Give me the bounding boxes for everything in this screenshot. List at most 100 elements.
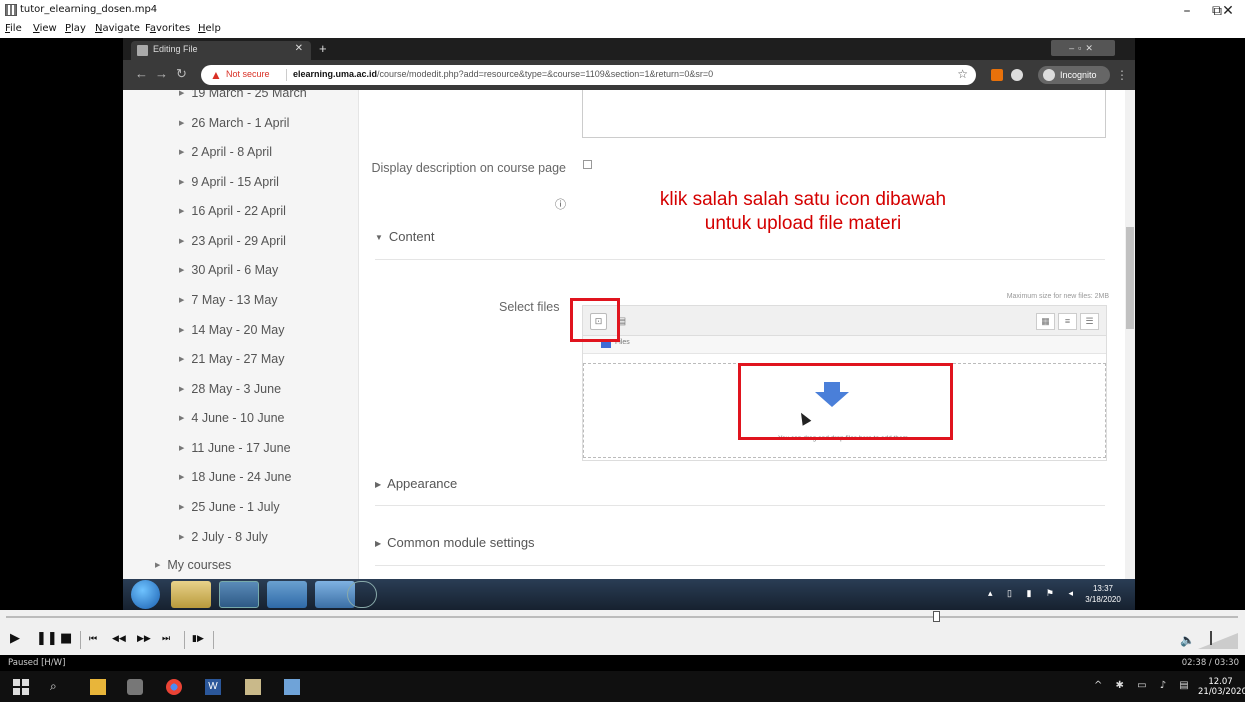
incognito-icon xyxy=(1043,69,1055,81)
divider xyxy=(184,631,185,649)
sidebar-item-week[interactable]: ▶ 23 April - 29 April xyxy=(179,234,286,248)
sidebar-item-week[interactable]: ▶ 18 June - 24 June xyxy=(179,470,291,484)
seek-track[interactable] xyxy=(6,616,1238,618)
sidebar-item-week[interactable]: ▶ 2 July - 8 July xyxy=(179,530,268,544)
sidebar-item-week[interactable]: ▶ 26 March - 1 April xyxy=(179,116,289,130)
system-tray: ▴ ▯ ▮ ⚑ ◂ xyxy=(988,588,1080,598)
previous-icon[interactable]: ⏮ xyxy=(89,634,97,644)
view-icons-icon[interactable]: ▦ xyxy=(1036,313,1055,330)
app-icon[interactable] xyxy=(127,679,143,695)
app-icon[interactable] xyxy=(284,679,300,695)
host-date: 21/03/2020 xyxy=(1198,687,1245,697)
stop-icon[interactable]: ■ xyxy=(60,631,72,646)
media-player-icon[interactable] xyxy=(245,679,261,695)
kebab-menu-icon[interactable]: ⋮ xyxy=(1116,68,1128,82)
view-list-icon[interactable]: ≡ xyxy=(1058,313,1077,330)
file-explorer-icon[interactable] xyxy=(90,679,106,695)
sidebar-item-week[interactable]: ▶ 7 May - 13 May xyxy=(179,293,278,307)
windows-start-icon[interactable] xyxy=(13,679,29,695)
sidebar-item-my-courses[interactable]: ▶ My courses xyxy=(155,558,231,572)
section-common-module-toggle[interactable]: ▶ Common module settings xyxy=(375,535,535,550)
word-icon[interactable]: W xyxy=(205,679,221,695)
sidebar-item-week[interactable]: ▶ 21 May - 27 May xyxy=(179,352,284,366)
browser-window: Editing File ✕ + –▫✕ ← → ↻ ▲ Not secure … xyxy=(123,38,1135,610)
page-content: ▶ 19 March - 25 March ▶ 26 March - 1 April… xyxy=(123,90,1135,610)
forward-icon[interactable]: → xyxy=(155,66,168,81)
sidebar-item-week[interactable]: ▶ 14 May - 20 May xyxy=(179,323,284,337)
sidebar-item-week[interactable]: ▶ 25 June - 1 July xyxy=(179,500,280,514)
help-icon[interactable]: ⓘ xyxy=(555,196,566,212)
play-icon[interactable]: ▶ xyxy=(10,631,20,646)
volume-icon[interactable]: 🔈 xyxy=(1180,633,1195,647)
sidebar-item-week[interactable]: ▶ 28 May - 3 June xyxy=(179,382,281,396)
incognito-badge[interactable]: Incognito xyxy=(1038,66,1110,84)
search-icon[interactable]: ⌕ xyxy=(50,679,66,695)
browser-tab[interactable]: Editing File ✕ xyxy=(131,41,311,60)
volume-slider[interactable] xyxy=(1198,633,1238,649)
playback-status: Paused [H/W] xyxy=(8,658,66,668)
highlight-box xyxy=(570,298,620,342)
sidebar-item-week[interactable]: ▶ 11 June - 17 June xyxy=(179,441,291,455)
address-divider xyxy=(286,69,287,81)
menu-navigate[interactable]: Navigate xyxy=(95,23,140,34)
host-taskbar: ⌕ W ^ ✱ ▭ ♪ ▤ 12.07 21/03/2020 xyxy=(0,671,1245,702)
app-taskbar-icon[interactable] xyxy=(267,581,307,608)
new-tab-icon[interactable]: + xyxy=(319,41,327,56)
back-icon[interactable]: ← xyxy=(135,66,148,81)
view-tree-icon[interactable]: ☰ xyxy=(1080,313,1099,330)
minimize-button[interactable]: – xyxy=(1170,0,1204,22)
extension-icon[interactable] xyxy=(1011,69,1023,81)
volume-knob[interactable] xyxy=(1210,631,1212,645)
extension-icon[interactable] xyxy=(991,69,1003,81)
sidebar-item-week[interactable]: ▶ 4 June - 10 June xyxy=(179,411,285,425)
next-icon[interactable]: ⏭ xyxy=(162,634,170,644)
chrome-taskbar-icon[interactable] xyxy=(219,581,259,608)
rewind-icon[interactable]: ◀◀ xyxy=(112,634,126,644)
folder-icon xyxy=(601,341,611,348)
explorer-taskbar-icon[interactable] xyxy=(171,581,211,608)
menu-view[interactable]: View xyxy=(33,23,57,34)
not-secure-label: Not secure xyxy=(226,69,270,79)
recorder-taskbar-icon[interactable] xyxy=(347,581,377,608)
edit-form: Display description on course page ⓘ kli… xyxy=(359,90,1125,610)
browser-window-controls[interactable]: –▫✕ xyxy=(1051,40,1115,56)
fast-forward-icon[interactable]: ▶▶ xyxy=(137,634,151,644)
menu-favorites[interactable]: Favorites xyxy=(145,23,190,34)
window-title: tutor_elearning_dosen.mp4 xyxy=(20,4,158,15)
scrollbar-thumb[interactable] xyxy=(1126,227,1134,329)
description-textarea[interactable] xyxy=(582,90,1106,138)
start-orb-icon[interactable] xyxy=(131,580,160,609)
menu-play[interactable]: Play xyxy=(65,23,86,34)
sidebar-item-week[interactable]: ▶ 9 April - 15 April xyxy=(179,175,279,189)
sidebar-item-week[interactable]: ▶ 19 March - 25 March xyxy=(179,90,307,100)
section-content-toggle[interactable]: ▼ Content xyxy=(375,229,434,244)
playback-time: 02:38 / 03:30 xyxy=(1181,658,1239,668)
sidebar-item-week[interactable]: ▶ 30 April - 6 May xyxy=(179,263,278,277)
frame-step-icon[interactable]: ▮▶ xyxy=(192,634,204,644)
menu-help[interactable]: Help xyxy=(198,23,221,34)
seek-bar[interactable] xyxy=(0,610,1245,627)
player-title-bar: tutor_elearning_dosen.mp4 – ⧉ ✕ xyxy=(0,0,1245,22)
host-system-tray: ^ ✱ ▭ ♪ ▤ xyxy=(1094,680,1194,691)
page-scrollbar[interactable] xyxy=(1125,90,1135,610)
section-divider xyxy=(375,565,1105,566)
page-favicon-icon xyxy=(137,45,148,56)
section-divider xyxy=(375,259,1105,260)
divider xyxy=(80,631,81,649)
warning-icon: ▲ xyxy=(210,68,222,82)
display-description-checkbox[interactable] xyxy=(583,160,592,169)
seek-thumb[interactable] xyxy=(933,611,940,622)
pause-icon[interactable]: ❚❚ xyxy=(36,631,58,646)
reload-icon[interactable]: ↻ xyxy=(176,66,187,82)
close-button[interactable]: ✕ xyxy=(1211,0,1245,22)
sidebar-item-week[interactable]: ▶ 2 April - 8 April xyxy=(179,145,272,159)
player-status-bar: Paused [H/W] 02:38 / 03:30 xyxy=(0,655,1245,671)
section-appearance-toggle[interactable]: ▶ Appearance xyxy=(375,476,457,491)
chrome-icon[interactable] xyxy=(166,679,182,695)
sidebar-item-week[interactable]: ▶ 16 April - 22 April xyxy=(179,204,286,218)
menu-file[interactable]: File xyxy=(5,23,22,34)
bookmark-star-icon[interactable]: ☆ xyxy=(957,67,968,81)
tab-close-icon[interactable]: ✕ xyxy=(295,43,303,54)
url-text: elearning.uma.ac.id/course/modedit.php?a… xyxy=(293,69,714,79)
address-bar[interactable]: ▲ Not secure elearning.uma.ac.id/course/… xyxy=(201,65,976,85)
